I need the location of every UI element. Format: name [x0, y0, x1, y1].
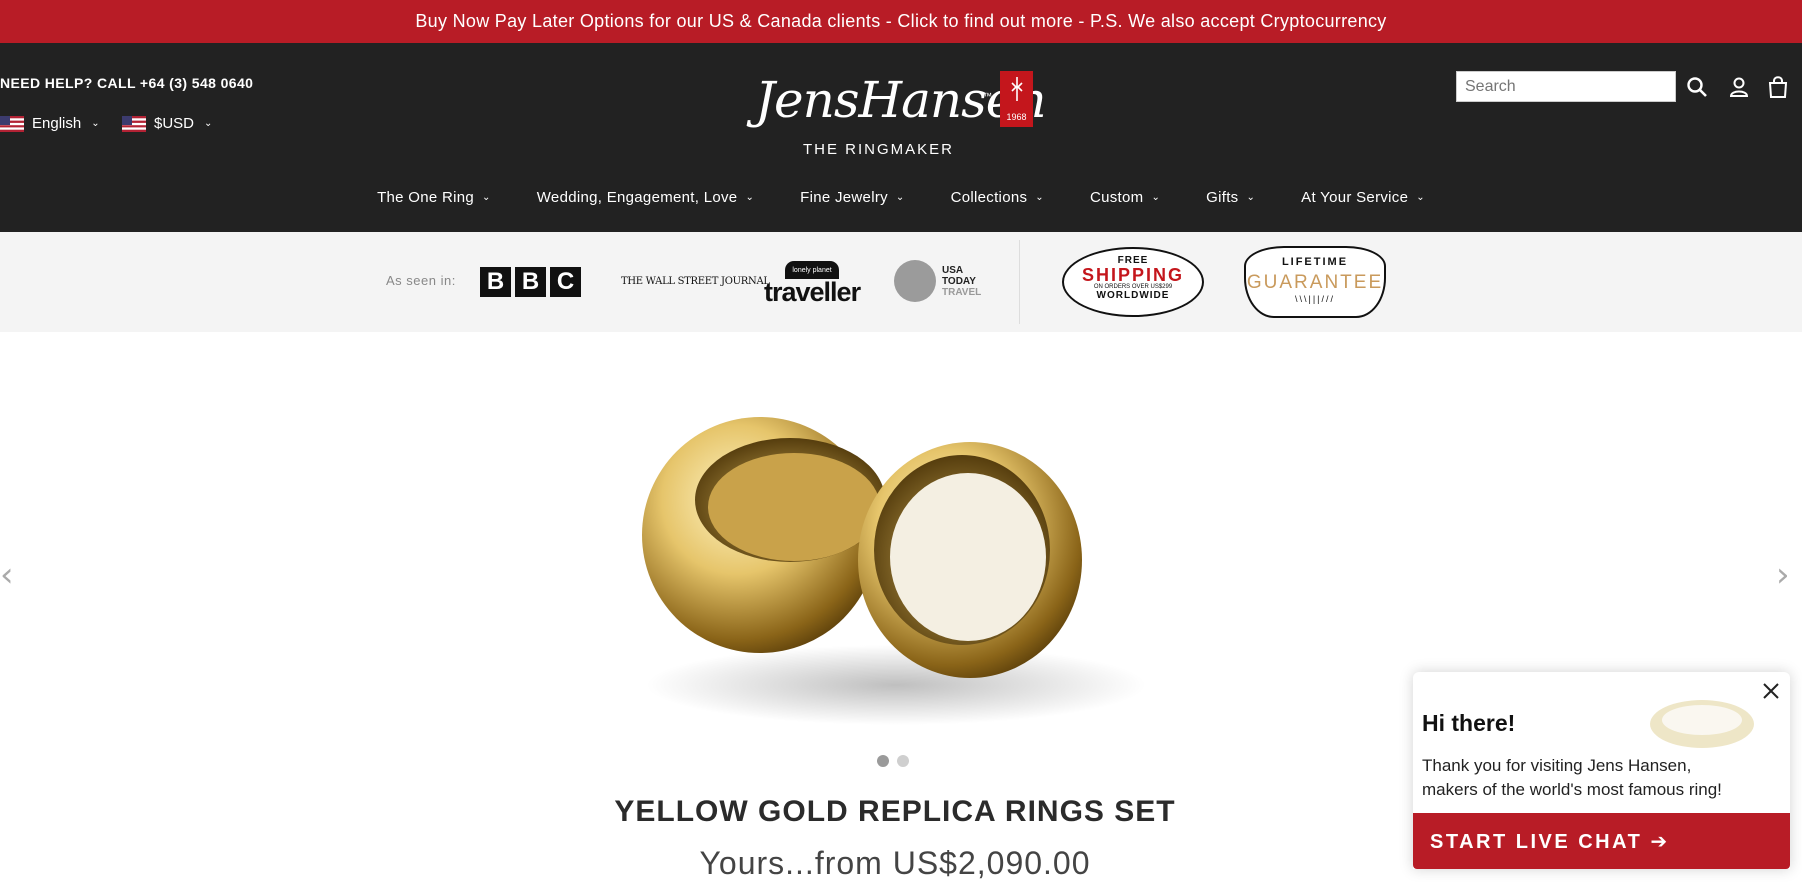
carousel-next-arrow[interactable]: › — [1776, 555, 1790, 595]
logo-trademark: ™ — [983, 91, 992, 101]
nav-item-at-your-service[interactable]: At Your Service ⌄ — [1301, 189, 1425, 206]
guarantee-rays: \\\|||/// — [1294, 294, 1336, 304]
chevron-down-icon: ⌄ — [1246, 192, 1256, 203]
chat-heading: Hi there! — [1422, 710, 1516, 736]
nav-item-collections[interactable]: Collections ⌄ — [951, 189, 1044, 206]
search-icon[interactable] — [1685, 75, 1709, 99]
usa-today-line: TRAVEL — [942, 286, 982, 298]
guarantee-main: GUARANTEE — [1246, 272, 1384, 293]
account-icon[interactable] — [1727, 75, 1751, 99]
nav-item-fine-jewelry[interactable]: Fine Jewelry ⌄ — [800, 189, 904, 206]
logo-badge: 1968 — [1000, 71, 1033, 127]
carousel-dots — [877, 755, 909, 767]
lifetime-guarantee-badge: LIFETIME GUARANTEE \\\|||/// — [1244, 246, 1386, 318]
site-header: NEED HELP? CALL +64 (3) 548 0640 English… — [0, 43, 1802, 232]
nav-label: Wedding, Engagement, Love — [536, 189, 738, 206]
ring-thumbnail-image — [1650, 700, 1754, 748]
live-chat-popup: Hi there! Thank you for visiting Jens Ha… — [1413, 672, 1790, 869]
nav-item-custom[interactable]: Custom ⌄ — [1090, 189, 1160, 206]
carousel-dot-2[interactable] — [897, 755, 909, 767]
nav-label: The One Ring — [377, 189, 475, 206]
logo-year: 1968 — [1006, 111, 1027, 122]
carousel-prev-arrow[interactable]: ‹ — [0, 555, 14, 595]
carousel-dot-1[interactable] — [877, 755, 889, 767]
chat-message: Thank you for visiting Jens Hansen, make… — [1422, 756, 1722, 799]
nav-item-gifts[interactable]: Gifts ⌄ — [1206, 189, 1255, 206]
press-divider — [1019, 240, 1020, 324]
bbc-letter: B — [480, 267, 511, 297]
shipping-main: SHIPPING — [1081, 265, 1185, 285]
announcement-bar[interactable]: Buy Now Pay Later Options for our US & C… — [0, 0, 1802, 43]
press-bar: As seen in: B B C THE WALL STREET JOURNA… — [0, 232, 1802, 332]
chevron-down-icon: ⌄ — [204, 118, 213, 129]
nav-label: Collections — [950, 189, 1028, 206]
site-logo[interactable]: JensHansen ™ THE RINGMAKER 1968 — [755, 63, 1047, 173]
chevron-down-icon: ⌄ — [1151, 192, 1161, 203]
guarantee-top: LIFETIME — [1281, 256, 1349, 268]
lonely-planet-wordmark: traveller — [764, 277, 861, 307]
rune-icon — [1010, 76, 1023, 101]
chevron-down-icon: ⌄ — [745, 192, 755, 203]
us-flag-icon — [0, 115, 24, 132]
chevron-down-icon: ⌄ — [482, 192, 491, 203]
usa-today-logo: USA TODAY TRAVEL — [894, 260, 981, 302]
announcement-text: Buy Now Pay Later Options for our US & C… — [415, 11, 1387, 31]
free-shipping-badge: FREE SHIPPING ON ORDERS OVER US$299 WORL… — [1062, 247, 1204, 317]
nav-label: Custom — [1089, 189, 1144, 206]
main-nav: The One Ring ⌄ Wedding, Engagement, Love… — [0, 189, 1802, 206]
chevron-down-icon: ⌄ — [895, 192, 905, 203]
logo-tagline: THE RINGMAKER — [803, 141, 955, 158]
search-field[interactable] — [1456, 71, 1676, 102]
usa-today-text: USA TODAY TRAVEL — [942, 265, 981, 298]
lonely-planet-logo: lonely planet traveller — [764, 261, 861, 307]
press-label: As seen in: — [386, 273, 456, 288]
usa-today-line: USA — [942, 264, 964, 276]
search-input[interactable] — [1457, 72, 1675, 101]
nav-label: At Your Service — [1301, 189, 1409, 206]
close-icon[interactable] — [1760, 680, 1782, 702]
nav-item-wedding[interactable]: Wedding, Engagement, Love ⌄ — [537, 189, 754, 206]
currency-label: $USD — [154, 115, 195, 132]
start-live-chat-button[interactable]: START LIVE CHAT ➔ — [1413, 813, 1790, 869]
bbc-letter: C — [550, 267, 581, 297]
bbc-logo: B B C — [480, 267, 581, 297]
hero-rings-image — [642, 417, 1146, 725]
cart-icon[interactable] — [1766, 75, 1790, 99]
usa-today-dot — [894, 260, 936, 302]
language-selector[interactable]: English ⌄ — [0, 115, 100, 132]
chevron-down-icon: ⌄ — [91, 118, 100, 129]
currency-selector[interactable]: $USD ⌄ — [122, 115, 212, 132]
us-flag-icon — [122, 115, 146, 132]
language-label: English — [32, 115, 82, 132]
chevron-down-icon: ⌄ — [1416, 192, 1425, 203]
bbc-letter: B — [515, 267, 546, 297]
help-phone: NEED HELP? CALL +64 (3) 548 0640 — [0, 75, 254, 91]
shipping-bottom: WORLDWIDE — [1096, 290, 1170, 301]
wsj-logo: THE WALL STREET JOURNAL — [621, 276, 770, 287]
chevron-down-icon: ⌄ — [1035, 192, 1044, 203]
nav-label: Gifts — [1206, 189, 1239, 206]
usa-today-line: TODAY — [942, 275, 976, 287]
nav-item-the-one-ring[interactable]: The One Ring ⌄ — [377, 189, 491, 206]
nav-label: Fine Jewelry — [800, 189, 888, 206]
